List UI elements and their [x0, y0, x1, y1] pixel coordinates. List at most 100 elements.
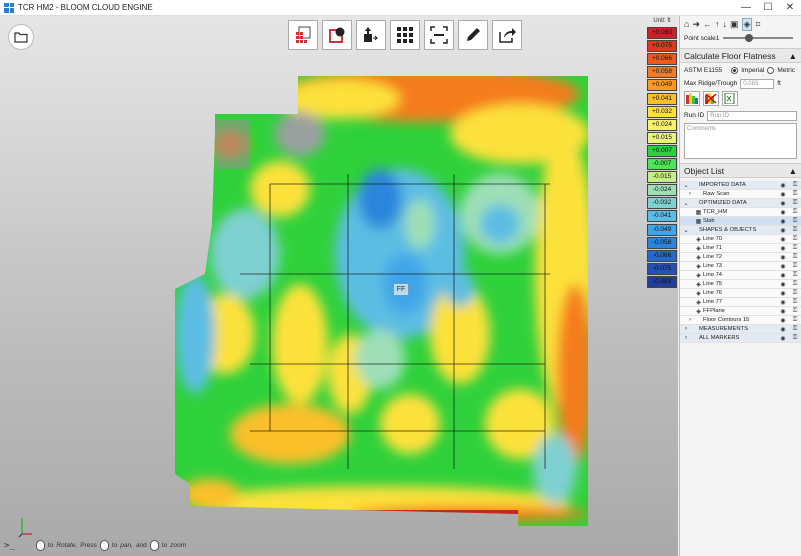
expand-icon[interactable]: › — [686, 191, 694, 197]
object-list-item[interactable]: ◈ FFPlane ◉ ⚿ — [680, 307, 801, 316]
lock-icon[interactable]: ⚿ — [789, 200, 801, 207]
run-flatness-button[interactable] — [684, 91, 700, 106]
lock-icon[interactable]: ⚿ — [789, 317, 801, 324]
console-prompt-icon[interactable]: >_ — [4, 541, 15, 551]
visibility-eye-icon[interactable]: ◉ — [777, 191, 789, 198]
visibility-eye-icon[interactable]: ◉ — [777, 272, 789, 279]
share-button[interactable] — [492, 20, 522, 50]
fit-view-button[interactable] — [424, 20, 454, 50]
arrow-right-icon[interactable]: ➜ — [692, 19, 700, 30]
flatness-section-header[interactable]: Calculate Floor Flatness ▲ — [680, 48, 801, 63]
lock-icon[interactable]: ⚿ — [789, 326, 801, 333]
open-folder-button[interactable] — [8, 24, 34, 50]
close-button[interactable]: ✕ — [779, 0, 801, 16]
object-list-item[interactable]: ◈ Line 77 ◉ ⚿ — [680, 298, 801, 307]
lock-icon[interactable]: ⚿ — [789, 335, 801, 342]
visibility-eye-icon[interactable]: ◉ — [777, 227, 789, 234]
object-list-item[interactable]: ⌄ OPTIMIZED DATA ◉ ⚿ — [680, 199, 801, 208]
visibility-eye-icon[interactable]: ◉ — [777, 263, 789, 270]
visibility-eye-icon[interactable]: ◉ — [777, 236, 789, 243]
object-list-item[interactable]: ⌄ IMPORTED DATA ◉ ⚿ — [680, 181, 801, 190]
point-scale-thumb[interactable] — [745, 34, 754, 42]
point-scale-slider[interactable] — [723, 34, 793, 42]
object-list-item[interactable]: ⌄ SHAPES & OBJECTS ◉ ⚿ — [680, 226, 801, 235]
lock-icon[interactable]: ⚿ — [789, 272, 801, 279]
home-icon[interactable]: ⌂ — [684, 19, 689, 29]
visibility-eye-icon[interactable]: ◉ — [777, 245, 789, 252]
clear-flatness-button[interactable] — [703, 91, 719, 106]
object-list-item[interactable]: ◈ Line 72 ◉ ⚿ — [680, 253, 801, 262]
lock-icon[interactable]: ⚿ — [789, 182, 801, 189]
object-type-icon: ◈ — [696, 254, 701, 261]
visibility-eye-icon[interactable]: ◉ — [777, 281, 789, 288]
minimize-button[interactable]: — — [735, 0, 757, 16]
lock-icon[interactable]: ⚿ — [789, 263, 801, 270]
scroll-mouse-icon — [149, 540, 159, 551]
lock-icon[interactable]: ⚿ — [789, 227, 801, 234]
lock-icon[interactable]: ⚿ — [789, 308, 801, 315]
object-list-item[interactable]: ▦ Slab ◉ ⚿ — [680, 217, 801, 226]
run-id-input[interactable]: Run ID — [707, 110, 797, 121]
lock-icon[interactable]: ⚿ — [789, 281, 801, 288]
object-list-item[interactable]: ◈ Line 70 ◉ ⚿ — [680, 235, 801, 244]
visibility-eye-icon[interactable]: ◉ — [777, 290, 789, 297]
cube-view-icon[interactable]: ▣ — [730, 19, 739, 30]
object-list-item[interactable]: ▦ TCR_HM ◉ ⚿ — [680, 208, 801, 217]
comments-input[interactable]: Comments — [684, 123, 797, 159]
grid-select-tool-button[interactable] — [288, 20, 318, 50]
grid-view-button[interactable] — [390, 20, 420, 50]
expand-icon[interactable]: › — [682, 326, 690, 332]
lock-icon[interactable]: ⚿ — [789, 299, 801, 306]
object-list-item[interactable]: ◈ Line 73 ◉ ⚿ — [680, 262, 801, 271]
visibility-eye-icon[interactable]: ◉ — [777, 218, 789, 225]
visibility-eye-icon[interactable]: ◉ — [777, 182, 789, 189]
visibility-eye-icon[interactable]: ◉ — [777, 326, 789, 333]
object-list-header[interactable]: Object List ▲ — [680, 163, 801, 178]
expand-icon[interactable]: › — [682, 335, 690, 341]
lock-icon[interactable]: ⚿ — [789, 209, 801, 216]
object-list-item[interactable]: › Raw Scan ◉ ⚿ — [680, 190, 801, 199]
lock-icon[interactable]: ⚿ — [789, 254, 801, 261]
crop-icon[interactable]: ⌗ — [755, 19, 760, 30]
export-report-button[interactable] — [722, 91, 738, 106]
arrow-left-icon[interactable]: ← — [703, 19, 712, 29]
arrow-down-icon[interactable]: ↓ — [722, 19, 727, 29]
expand-icon[interactable]: ⌄ — [682, 182, 690, 189]
visibility-eye-icon[interactable]: ◉ — [777, 299, 789, 306]
maximize-button[interactable]: ☐ — [757, 0, 779, 16]
expand-icon[interactable]: › — [686, 317, 694, 323]
object-name: Slab — [703, 218, 715, 224]
expand-icon[interactable]: ⌄ — [682, 227, 690, 234]
ridge-input[interactable]: 0.083 — [740, 78, 775, 89]
edit-button[interactable] — [458, 20, 488, 50]
3d-viewport[interactable]: FF >_ to Rotate, Press to pan, and to zo… — [0, 16, 678, 556]
visibility-eye-icon[interactable]: ◉ — [777, 335, 789, 342]
object-list-item[interactable]: ◈ Line 75 ◉ ⚿ — [680, 280, 801, 289]
metric-radio[interactable] — [767, 67, 775, 74]
ff-marker-label[interactable]: FF — [393, 283, 409, 296]
region-select-tool-button[interactable] — [322, 20, 352, 50]
collapse-icon[interactable]: ▲ — [789, 51, 797, 61]
lock-icon[interactable]: ⚿ — [789, 191, 801, 198]
expand-icon[interactable]: ⌄ — [682, 200, 690, 207]
visibility-eye-icon[interactable]: ◉ — [777, 308, 789, 315]
object-list-item[interactable]: › Floor Contours 15 ◉ ⚿ — [680, 316, 801, 325]
arrow-up-icon[interactable]: ↑ — [715, 19, 720, 29]
visibility-eye-icon[interactable]: ◉ — [777, 200, 789, 207]
visibility-eye-icon[interactable]: ◉ — [777, 254, 789, 261]
object-list-item[interactable]: ◈ Line 76 ◉ ⚿ — [680, 289, 801, 298]
layers-view-icon[interactable]: ◈ — [741, 17, 753, 31]
object-list-item[interactable]: › MEASUREMENTS ◉ ⚿ — [680, 325, 801, 334]
object-list-item[interactable]: ◈ Line 71 ◉ ⚿ — [680, 244, 801, 253]
visibility-eye-icon[interactable]: ◉ — [777, 209, 789, 216]
lock-icon[interactable]: ⚿ — [789, 218, 801, 225]
collapse-icon[interactable]: ▲ — [789, 166, 797, 176]
object-list-item[interactable]: ◈ Line 74 ◉ ⚿ — [680, 271, 801, 280]
lock-icon[interactable]: ⚿ — [789, 236, 801, 243]
object-list-item[interactable]: › ALL MARKERS ◉ ⚿ — [680, 334, 801, 343]
lock-icon[interactable]: ⚿ — [789, 290, 801, 297]
export-slab-button[interactable] — [356, 20, 386, 50]
visibility-eye-icon[interactable]: ◉ — [777, 317, 789, 324]
imperial-radio[interactable] — [731, 67, 739, 74]
lock-icon[interactable]: ⚿ — [789, 245, 801, 252]
